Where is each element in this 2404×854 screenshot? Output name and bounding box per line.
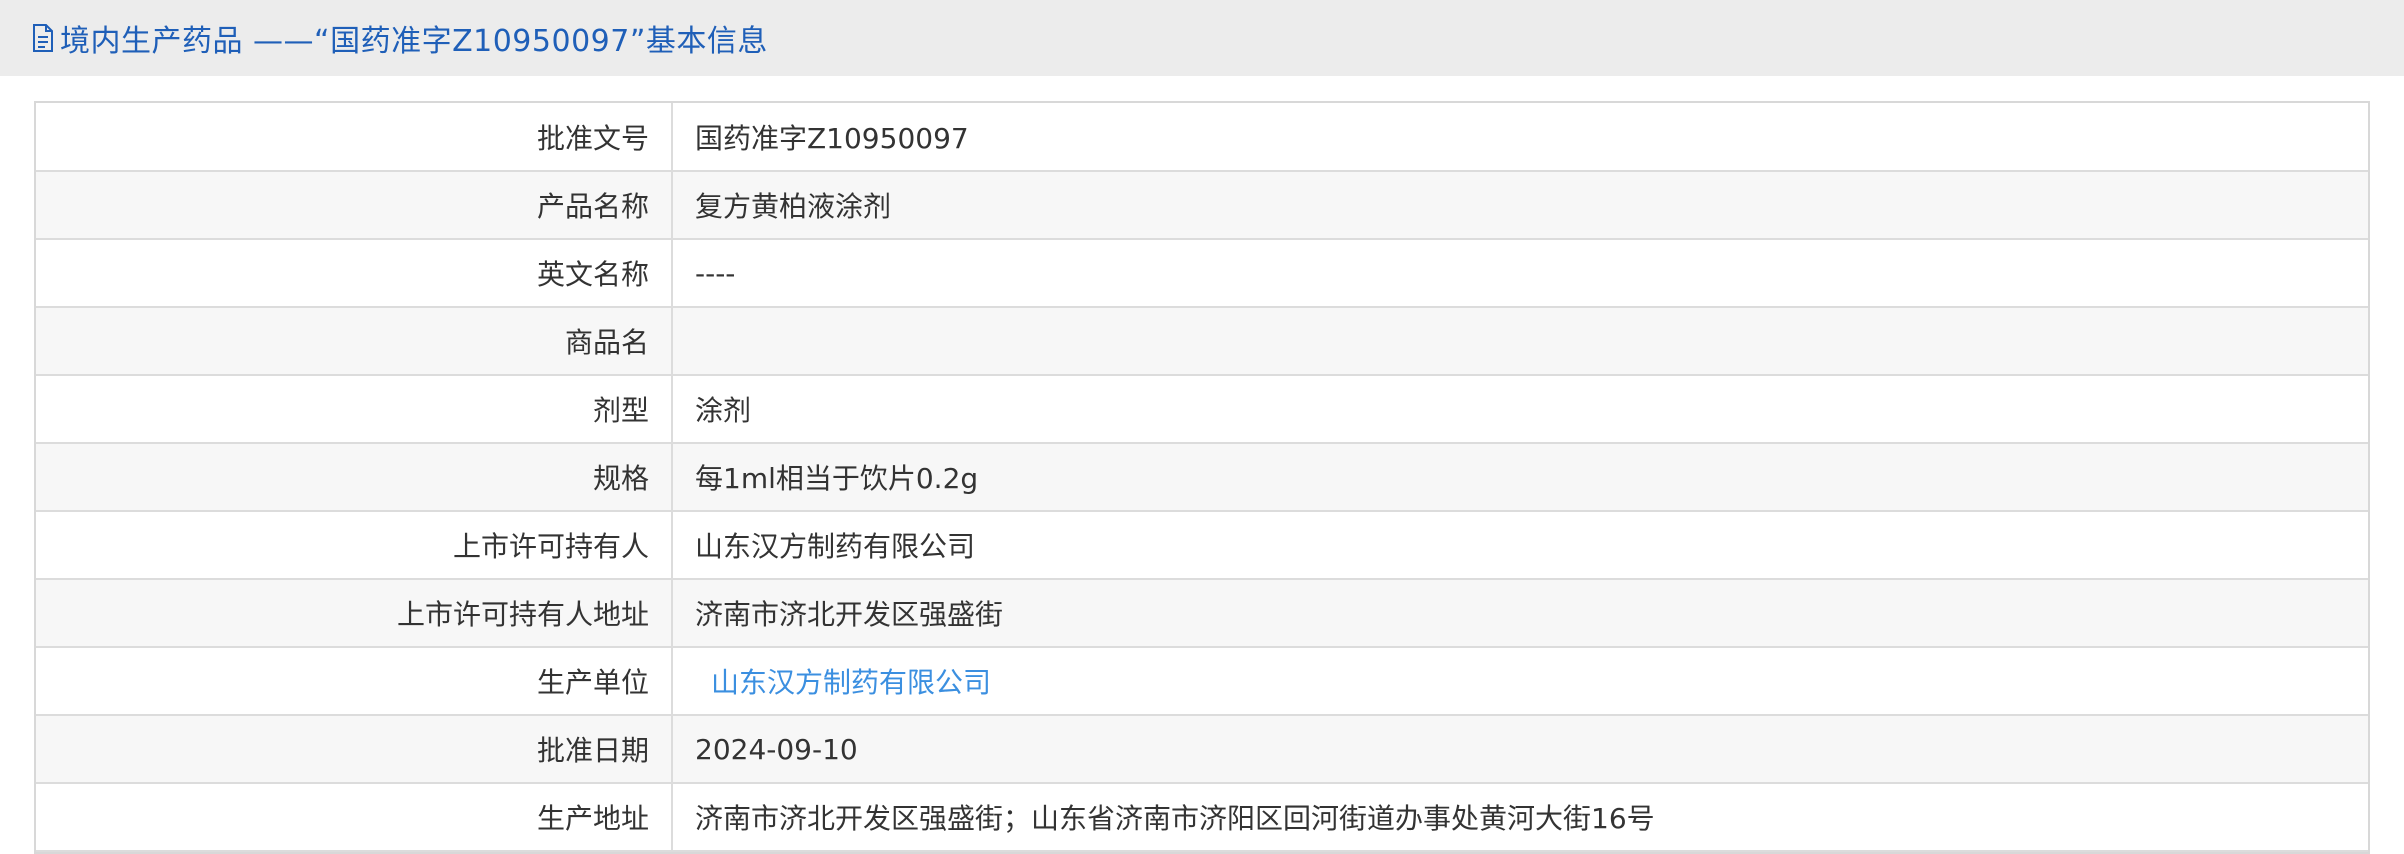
row-label: 规格 — [36, 443, 673, 512]
table-row: 产品名称 复方黄柏液涂剂 — [36, 171, 2368, 240]
table-row: 批准日期 2024-09-10 — [36, 715, 2368, 784]
table-row: 上市许可持有人 山东汉方制药有限公司 — [36, 511, 2368, 580]
table-row: 上市许可持有人地址 济南市济北开发区强盛街 — [36, 579, 2368, 648]
table-row: 批准文号 国药准字Z10950097 — [36, 103, 2368, 172]
table-row: 生产地址 济南市济北开发区强盛街；山东省济南市济阳区回河街道办事处黄河大街16号 — [36, 783, 2368, 852]
row-value — [672, 307, 2368, 376]
row-label: 批准日期 — [36, 715, 673, 784]
manufacturer-link[interactable]: 山东汉方制药有限公司 — [711, 666, 991, 699]
row-label: 上市许可持有人 — [36, 511, 673, 580]
row-label: 商品名 — [36, 307, 673, 376]
row-value: 每1ml相当于饮片0.2g — [672, 443, 2368, 512]
row-label: 产品名称 — [36, 171, 673, 240]
row-label: 剂型 — [36, 375, 673, 444]
page-title: 境内生产药品 ——“国药准字Z10950097”基本信息 — [60, 24, 768, 59]
table-row: 商品名 — [36, 307, 2368, 376]
page-header: 境内生产药品 ——“国药准字Z10950097”基本信息 — [0, 0, 2404, 76]
document-icon — [33, 24, 53, 52]
row-value: 山东汉方制药有限公司 — [672, 511, 2368, 580]
row-label: 生产单位 — [36, 647, 673, 716]
row-value: ---- — [672, 239, 2368, 308]
drug-info-table: 批准文号 国药准字Z10950097 产品名称 复方黄柏液涂剂 英文名称 ---… — [34, 101, 2370, 854]
table-row: 生产单位 山东汉方制药有限公司 — [36, 647, 2368, 716]
row-label: 英文名称 — [36, 239, 673, 308]
row-label: 上市许可持有人地址 — [36, 579, 673, 648]
row-value: 济南市济北开发区强盛街；山东省济南市济阳区回河街道办事处黄河大街16号 — [672, 783, 2368, 852]
table-row: 剂型 涂剂 — [36, 375, 2368, 444]
row-value-cell: 山东汉方制药有限公司 — [672, 647, 2368, 716]
row-label: 批准文号 — [36, 103, 673, 172]
row-value: 复方黄柏液涂剂 — [672, 171, 2368, 240]
row-value: 2024-09-10 — [672, 715, 2368, 784]
row-value: 国药准字Z10950097 — [672, 103, 2368, 172]
table-row: 规格 每1ml相当于饮片0.2g — [36, 443, 2368, 512]
table-row: 英文名称 ---- — [36, 239, 2368, 308]
row-label: 生产地址 — [36, 783, 673, 852]
row-value: 涂剂 — [672, 375, 2368, 444]
row-value: 济南市济北开发区强盛街 — [672, 579, 2368, 648]
